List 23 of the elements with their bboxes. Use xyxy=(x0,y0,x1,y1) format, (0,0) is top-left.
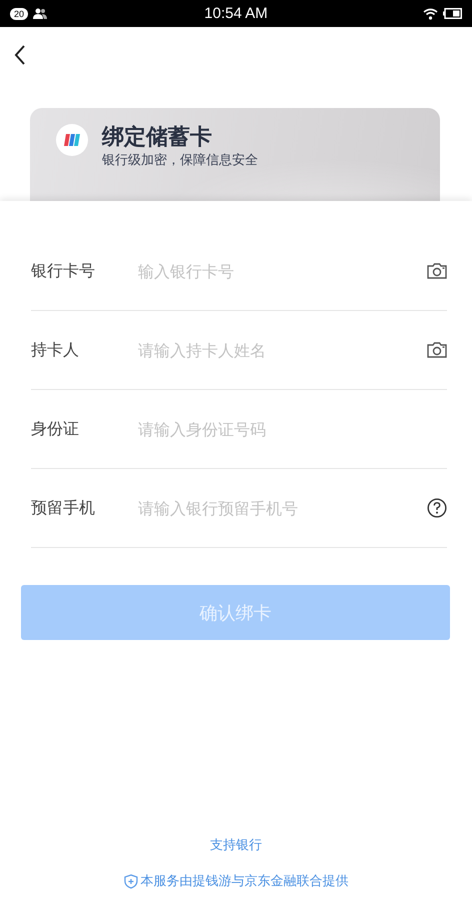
input-field[interactable]: 请输入持卡人姓名 xyxy=(138,340,427,360)
field-label: 持卡人 xyxy=(31,340,80,360)
clock: 10:54 AM xyxy=(204,5,268,22)
field-label: 银行卡号 xyxy=(31,260,96,282)
field-label: 预留手机 xyxy=(31,498,96,518)
field-label: 身份证 xyxy=(31,418,80,440)
battery-icon xyxy=(442,8,462,19)
card-title: 绑定储蓄卡 xyxy=(102,124,213,152)
logo-icon xyxy=(56,124,88,156)
notification-count: 20 xyxy=(10,8,28,20)
service-note: 本服务由提钱游与京东金融联合提供 xyxy=(140,873,348,890)
input-field[interactable]: 输入银行卡号 xyxy=(138,262,427,280)
camera-icon[interactable] xyxy=(427,342,447,358)
people-icon xyxy=(33,8,48,19)
supported-banks-link[interactable]: 支持银行 xyxy=(210,836,262,854)
input-field[interactable]: 请输入银行预留手机号 xyxy=(138,498,427,518)
wifi-icon xyxy=(422,8,438,20)
help-icon[interactable] xyxy=(427,498,447,518)
back-icon xyxy=(14,45,26,65)
shield-icon xyxy=(124,874,138,888)
card-subtitle: 银行级加密，保障信息安全 xyxy=(102,152,258,170)
input-field[interactable]: 请输入身份证号码 xyxy=(138,420,427,438)
camera-icon[interactable] xyxy=(427,263,447,279)
